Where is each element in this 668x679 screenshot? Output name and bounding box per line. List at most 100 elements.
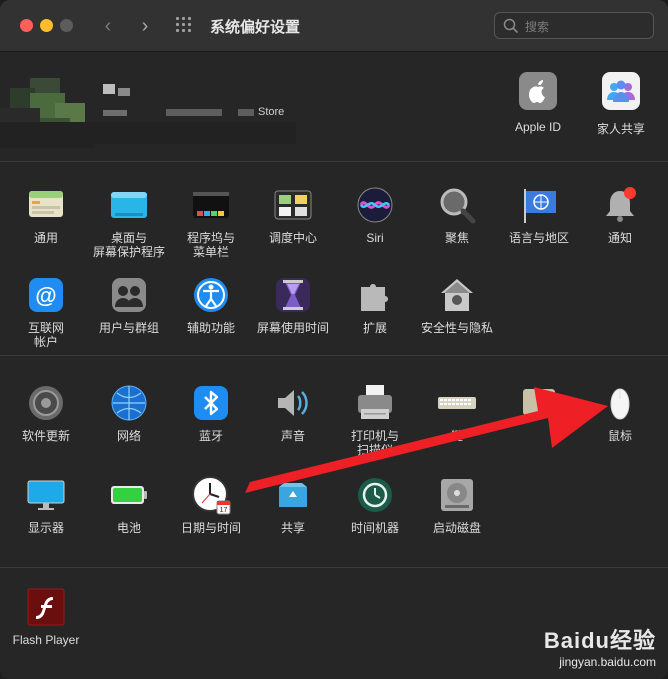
pref-spotlight[interactable]: 聚焦 [417,185,497,245]
pref-internet-accounts-label: 互联网 帐户 [27,321,64,349]
watermark: Baidu经验 jingyan.baidu.com [544,623,656,669]
pref-trackpad[interactable] [499,383,579,429]
pref-spotlight-label: 聚焦 [444,231,469,245]
family-sharing-icon [602,72,640,110]
pref-siri[interactable]: Siri [335,185,415,245]
forward-chevron-icon[interactable]: › [135,14,155,38]
pref-accessibility-label: 辅助功能 [186,321,235,335]
pref-dock-menubar[interactable]: 程序坞与 菜单栏 [171,185,251,259]
svg-text:17: 17 [220,507,228,514]
close-button[interactable] [20,19,33,32]
family-sharing-pref[interactable]: 家人共享 [586,72,656,137]
pref-notifications[interactable]: 通知 [580,185,660,245]
accessibility-icon [191,275,231,315]
pref-general-label: 通用 [33,231,58,245]
redacted-email-part [166,109,222,116]
desktop-screensaver-icon [109,185,149,225]
pref-language-region-label: 语言与地区 [508,231,569,245]
pref-mission-control[interactable]: 调度中心 [253,185,333,245]
show-all-grid-icon[interactable] [176,17,196,35]
pref-accessibility[interactable]: 辅助功能 [171,275,251,335]
redacted-email-part [103,110,127,116]
time-machine-icon [355,475,395,515]
pref-screen-time-label: 屏幕使用时间 [256,321,329,335]
trackpad-icon [519,383,559,423]
pref-software-update[interactable]: 软件更新 [6,383,86,443]
zoom-button[interactable] [60,19,73,32]
pref-users-groups[interactable]: 用户与群组 [89,275,169,335]
pref-sharing[interactable]: 共享 [253,475,333,535]
pref-keyboard[interactable]: 键 [417,383,497,443]
apple-icon [519,72,557,110]
apple-id-pref[interactable]: Apple ID [503,72,573,134]
siri-icon [355,185,395,225]
pref-battery[interactable]: 电池 [89,475,169,535]
pref-printers-scanners[interactable]: 打印机与 扫描仪 [335,383,415,457]
pref-displays[interactable]: 显示器 [6,475,86,535]
back-chevron-icon[interactable]: ‹ [98,14,118,38]
notifications-icon [600,185,640,225]
pref-extensions-label: 扩展 [362,321,387,335]
pref-network-label: 网络 [116,429,141,443]
redacted-email-part [238,109,254,116]
date-time-icon: 17 [191,475,231,515]
security-privacy-icon [437,275,477,315]
pref-notifications-label: 通知 [607,231,632,245]
pref-bluetooth[interactable]: 蓝牙 [171,383,251,443]
search-placeholder: 搜索 [525,20,550,34]
spotlight-icon [437,185,477,225]
system-preferences-window: ‹ › 系统偏好设置 搜索 Store Apple ID 家人共享 通用 桌面与… [0,0,668,679]
svg-text:@: @ [35,283,56,308]
pref-software-update-label: 软件更新 [21,429,70,443]
pref-startup-disk[interactable]: 启动磁盘 [417,475,497,535]
displays-icon [26,475,66,515]
dock-menubar-icon [191,185,231,225]
pref-flash-player[interactable]: Flash Player [6,587,86,647]
pref-startup-disk-label: 启动磁盘 [432,521,481,535]
flash-player-icon [26,587,66,627]
redacted-name [103,84,115,94]
pref-printers-scanners-label: 打印机与 扫描仪 [350,429,399,457]
pref-sharing-label: 共享 [280,521,305,535]
watermark-logo: Baidu经验 [543,628,656,653]
family-sharing-label: 家人共享 [596,122,645,136]
pref-siri-label: Siri [366,231,384,245]
sharing-icon [273,475,313,515]
pref-security-privacy[interactable]: 安全性与隐私 [417,275,497,335]
pref-time-machine[interactable]: 时间机器 [335,475,415,535]
sound-icon [273,383,313,423]
pref-extensions[interactable]: 扩展 [335,275,415,335]
pref-mouse-label: 鼠标 [607,429,632,443]
pref-desktop-screensaver[interactable]: 桌面与 屏幕保护程序 [89,185,169,259]
redacted-bar [0,122,296,144]
search-icon [503,18,519,34]
hardware-prefs-section: 软件更新 网络 蓝牙 声音 打印机与 扫描仪 键 鼠标 显示器 电池 17 日期… [0,357,668,568]
pref-time-machine-label: 时间机器 [350,521,399,535]
general-icon [26,185,66,225]
internet-accounts-icon: @ [26,275,66,315]
startup-disk-icon [437,475,477,515]
pref-date-time[interactable]: 17 日期与时间 [171,475,251,535]
network-icon [109,383,149,423]
pref-general[interactable]: 通用 [6,185,86,245]
pref-security-privacy-label: 安全性与隐私 [420,321,493,335]
search-input[interactable]: 搜索 [494,12,654,39]
pref-language-region[interactable]: 语言与地区 [499,185,579,245]
pref-dock-menubar-label: 程序坞与 菜单栏 [186,231,235,259]
users-groups-icon [109,275,149,315]
pref-screen-time[interactable]: 屏幕使用时间 [253,275,333,335]
redacted-name-part [118,88,130,96]
minimize-button[interactable] [40,19,53,32]
pref-date-time-label: 日期与时间 [180,521,241,535]
pref-internet-accounts[interactable]: @ 互联网 帐户 [6,275,86,349]
pref-keyboard-label: 键 [450,429,463,443]
pref-network[interactable]: 网络 [89,383,169,443]
pref-mouse[interactable]: 鼠标 [580,383,660,443]
mission-control-icon [273,185,313,225]
pref-sound[interactable]: 声音 [253,383,333,443]
pref-bluetooth-label: 蓝牙 [198,429,223,443]
software-update-icon [26,383,66,423]
titlebar: ‹ › 系统偏好设置 搜索 [0,0,668,52]
account-area: Store Apple ID 家人共享 [0,52,668,162]
printers-scanners-icon [355,383,395,423]
